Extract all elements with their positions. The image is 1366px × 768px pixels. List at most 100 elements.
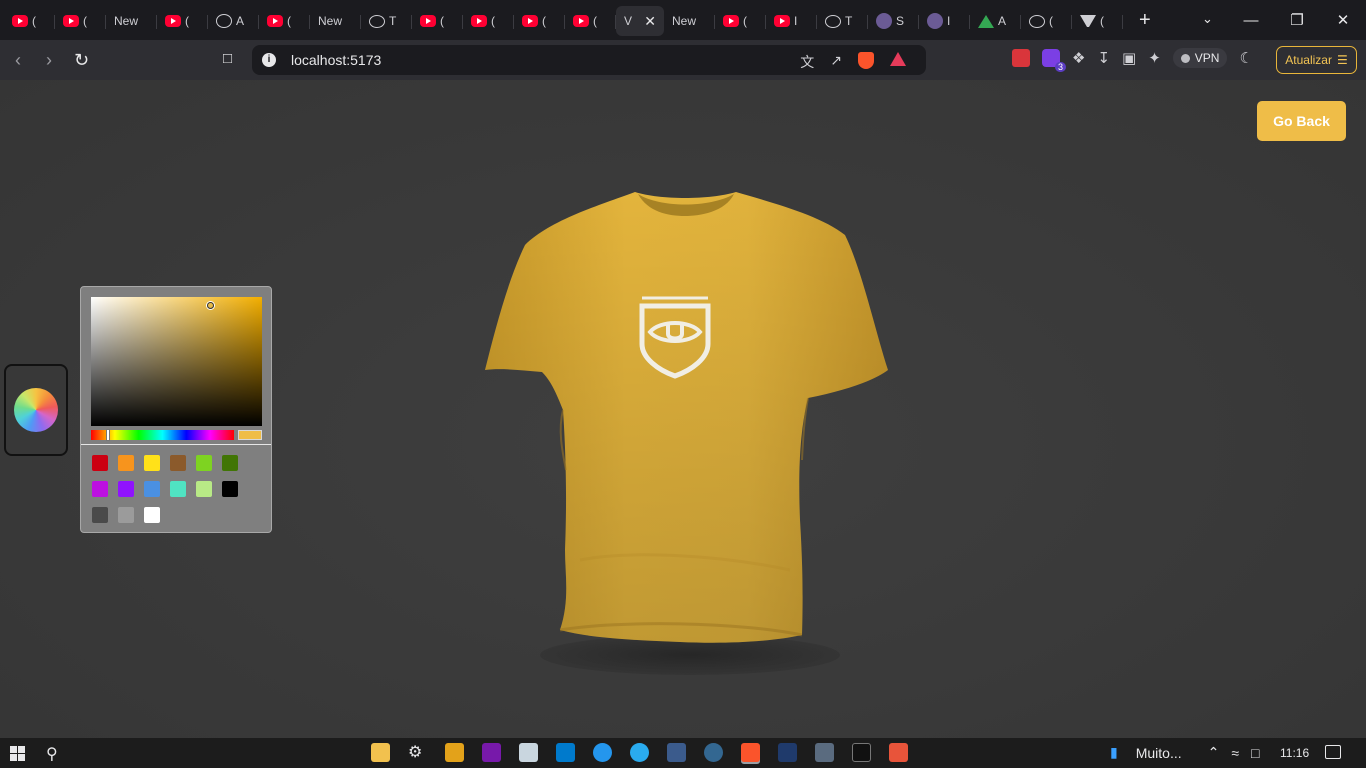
minimize-button[interactable]: — [1228,12,1274,29]
file-explorer-icon[interactable] [371,743,390,762]
browser-tab[interactable]: ( [514,6,565,36]
hue-slider[interactable] [91,429,234,441]
browser-tab[interactable]: ( [259,6,310,36]
tab-label: ( [185,14,189,28]
clock[interactable]: 11:16 [1280,746,1309,760]
browser-tab[interactable]: T [817,6,868,36]
color-swatch[interactable] [170,455,186,471]
browser-tab[interactable]: ( [463,6,514,36]
close-window-button[interactable]: ✕ [1320,11,1366,29]
extension-purple-icon[interactable]: 3 [1042,49,1066,72]
tab-label: S [896,14,905,28]
browser-tab[interactable]: New [106,6,157,36]
extension-red-icon[interactable] [1012,49,1030,67]
color-swatch[interactable] [144,481,160,497]
close-tab-icon[interactable]: ✕ [644,13,656,30]
color-swatch[interactable] [222,481,238,497]
browser-tab[interactable]: ( [1072,6,1123,36]
translate-icon[interactable]: 文 [800,52,814,72]
color-swatch[interactable] [92,507,108,523]
site-info-icon[interactable]: i [262,53,276,67]
share-icon[interactable]: ↗ [830,52,842,72]
color-swatch[interactable] [118,507,134,523]
reload-icon[interactable]: ↻ [74,50,89,71]
wallet-icon[interactable]: ▣ [1122,49,1136,67]
go-back-button[interactable]: Go Back [1257,101,1346,141]
theme-icon[interactable]: ☾ [1239,49,1252,67]
weather-icon[interactable]: ▮ [1110,744,1118,761]
extensions-puzzle-icon[interactable]: ❖ [1072,49,1085,67]
tab-search-chevron-icon[interactable]: ⌄ [1202,11,1213,27]
browser-tab[interactable]: New [310,6,361,36]
browser-tab[interactable]: I [919,6,970,36]
color-picker-tab[interactable] [4,364,68,456]
tab-active[interactable]: V ✕ [616,6,664,36]
terminal-app-icon[interactable] [852,743,871,762]
bookmark-icon[interactable]: □ [223,50,232,67]
youtube-icon [420,15,436,27]
browser-tab[interactable]: I [766,6,817,36]
postgres-icon[interactable] [704,743,723,762]
brave-rewards-icon[interactable] [890,52,906,66]
notepad-icon[interactable] [519,743,538,762]
browser-tab[interactable]: S [868,6,919,36]
telegram-icon[interactable] [630,743,649,762]
update-button[interactable]: Atualizar ☰ [1276,46,1357,74]
wifi-icon[interactable]: ≈ [1231,745,1239,761]
color-swatch[interactable] [92,455,108,471]
download-icon[interactable]: ↧ [1097,49,1110,67]
saturation-handle[interactable] [207,302,214,309]
tray-chevron-icon[interactable]: ⌃ [1208,744,1220,761]
app-yellow-icon[interactable] [445,743,464,762]
browser-tab[interactable]: ( [4,6,55,36]
color-swatch[interactable] [118,455,134,471]
tshirt-model[interactable] [470,180,900,680]
notification-icon[interactable] [1325,745,1341,759]
browser-tab[interactable]: ( [55,6,106,36]
color-wheel-icon [14,388,58,432]
hue-slider-handle[interactable] [106,429,110,441]
onenote-icon[interactable] [482,743,501,762]
docker-icon[interactable] [593,743,612,762]
youtube-icon [471,15,487,27]
color-swatch[interactable] [144,455,160,471]
color-swatch[interactable] [92,481,108,497]
weather-label[interactable]: Muito... [1136,745,1182,761]
back-arrow-icon[interactable]: ‹ [15,50,21,71]
browser-tab[interactable]: ( [715,6,766,36]
powershell-icon[interactable] [778,743,797,762]
saturation-area[interactable] [91,297,262,426]
search-icon[interactable]: ⚲ [46,744,58,764]
browser-tab[interactable]: ( [412,6,463,36]
brave-beta-icon[interactable] [889,743,908,762]
remote-desktop-icon[interactable] [815,743,834,762]
windows-start-icon[interactable] [10,746,25,761]
database-tool-icon[interactable] [667,743,686,762]
color-swatch[interactable] [170,481,186,497]
browser-tab[interactable]: ( [565,6,616,36]
customizer-canvas[interactable]: Go Back [0,80,1366,738]
color-swatch[interactable] [196,455,212,471]
new-tab-button[interactable]: + [1139,9,1151,32]
restore-button[interactable]: ❐ [1274,11,1320,29]
leo-ai-icon[interactable]: ✦ [1148,49,1161,67]
address-bar[interactable]: i localhost:5173 文 ↗ [252,45,926,75]
brave-taskbar-icon[interactable] [741,743,760,762]
color-swatch[interactable] [196,481,212,497]
settings-gear-icon[interactable]: ⚙ [408,743,427,762]
browser-tab[interactable]: A [208,6,259,36]
browser-tab[interactable]: ( [157,6,208,36]
color-swatch[interactable] [118,481,134,497]
browser-tab[interactable]: ( [1021,6,1072,36]
browser-tab[interactable]: A [970,6,1021,36]
forward-arrow-icon[interactable]: › [46,50,52,71]
color-swatch[interactable] [222,455,238,471]
browser-tab[interactable]: T [361,6,412,36]
volume-icon[interactable]: □ [1251,745,1259,761]
brave-shields-icon[interactable] [858,52,874,69]
tab-label: ( [1049,14,1053,28]
vpn-button[interactable]: VPN [1172,48,1228,68]
browser-tab[interactable]: New [664,6,715,36]
color-swatch[interactable] [144,507,160,523]
vscode-icon[interactable] [556,743,575,762]
